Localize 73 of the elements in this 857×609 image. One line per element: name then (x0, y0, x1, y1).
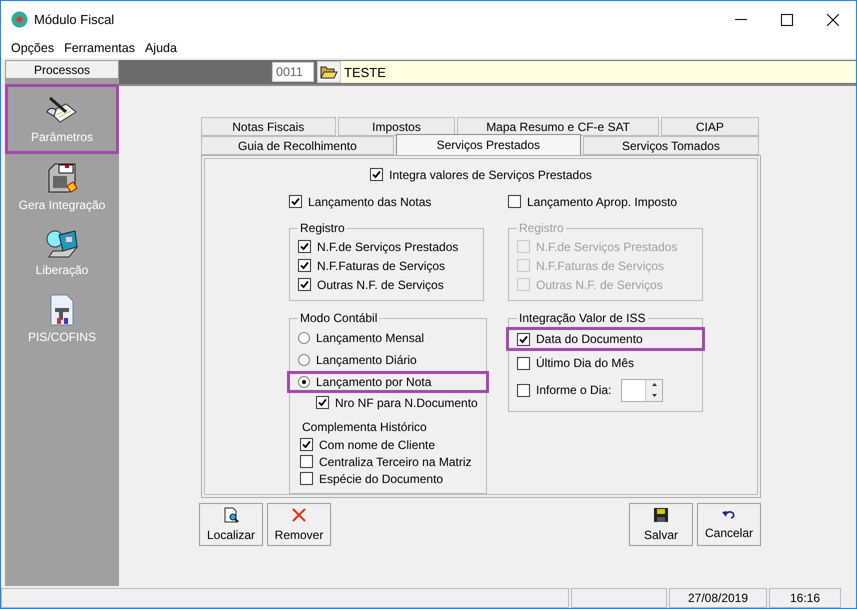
up-arrow-icon[interactable] (652, 383, 657, 386)
checkbox-label: N.F.Faturas de Serviços (317, 258, 446, 272)
checkbox-label: Espécie do Documento (319, 472, 444, 486)
checkbox-label: Data do Documento (536, 332, 643, 346)
checkbox-label: Outras N.F. de Serviços (536, 278, 663, 292)
checkbox[interactable] (298, 278, 311, 291)
checkbox-label: N.F.de Serviços Prestados (317, 240, 458, 254)
close-icon (827, 14, 839, 26)
checkbox-label: N.F.Faturas de Serviços (536, 258, 664, 272)
checkbox[interactable] (517, 384, 530, 396)
maximize-icon (781, 14, 793, 26)
checkbox-label: Centraliza Terceiro na Matriz (319, 454, 472, 468)
checkbox[interactable] (300, 438, 313, 451)
tab[interactable]: Notas Fiscais (201, 117, 336, 136)
app-globe-icon (11, 11, 28, 28)
checkbox[interactable] (298, 259, 311, 272)
checkbox-label: Lançamento das Notas (308, 194, 432, 208)
radio-button[interactable] (298, 354, 310, 366)
radio-label: Lançamento Mensal (316, 331, 424, 345)
processos-header-button[interactable]: Processos (5, 60, 119, 79)
day-spin-field[interactable] (621, 378, 664, 402)
checkbox[interactable] (517, 356, 530, 370)
checkbox[interactable] (289, 195, 302, 208)
radio-button[interactable] (298, 332, 310, 344)
document-tools-icon (49, 294, 75, 326)
tab[interactable]: Serviços Prestados (396, 134, 581, 155)
checkbox-label: Informe o Dia: (536, 383, 612, 397)
company-code-field[interactable]: 0011 (272, 62, 314, 82)
menu-item[interactable]: Ferramentas (64, 41, 135, 55)
minimize-icon (735, 18, 747, 20)
checkbox[interactable] (316, 396, 329, 409)
checkbox-label: Outras N.F. de Serviços (317, 278, 444, 292)
tab[interactable]: CIAP (660, 117, 759, 136)
toolbar-button[interactable]: Cancelar (697, 503, 761, 546)
menu-item[interactable]: Ajuda (144, 41, 177, 55)
section-title: Complementa Histórico (302, 420, 428, 434)
group-title: Registro (299, 221, 346, 235)
checkbox-label: Lançamento Aprop. Imposto (527, 194, 678, 208)
company-name-field[interactable]: TESTE (341, 61, 856, 83)
checkbox[interactable] (300, 472, 313, 485)
close-icon (291, 507, 307, 523)
document-search-icon (223, 507, 239, 523)
checkbox-label: Último Dia do Mês (536, 356, 634, 370)
window-title: Módulo Fiscal (34, 12, 116, 27)
radio-label: Lançamento por Nota (316, 375, 432, 389)
checkbox[interactable] (370, 168, 384, 181)
tab[interactable]: Impostos (338, 117, 456, 136)
status-time: 16:16 (769, 588, 841, 608)
tab[interactable]: Mapa Resumo e CF-e SAT (457, 117, 659, 136)
toolbar-button[interactable]: Localizar (199, 503, 263, 546)
laptop-globe-icon (45, 229, 79, 259)
checkbox-label: N.F.de Serviços Prestados (536, 240, 678, 254)
checkbox[interactable] (300, 455, 313, 468)
toolbar-button[interactable]: Salvar (629, 503, 693, 546)
group-title: Integração Valor de ISS (518, 311, 647, 325)
tab[interactable]: Serviços Tomados (582, 136, 760, 155)
undo-arrow-icon (721, 509, 737, 521)
radio-label: Lançamento Diário (316, 353, 417, 367)
checkbox[interactable] (298, 240, 311, 253)
checkbox[interactable] (517, 332, 530, 346)
tab[interactable]: Guia de Recolhimento (201, 136, 394, 155)
open-folder-button[interactable] (317, 61, 341, 83)
checkbox-label: Nro NF para N.Documento (335, 396, 478, 410)
checkbox-label: Com nome de Cliente (319, 438, 436, 452)
group-title: Registro (518, 221, 565, 235)
down-arrow-icon[interactable] (652, 394, 657, 397)
status-date: 27/08/2019 (669, 588, 767, 608)
menu-item[interactable]: Opções (11, 41, 54, 55)
checkbox[interactable] (508, 195, 521, 208)
radio-button[interactable] (298, 376, 310, 388)
group-title: Modo Contábil (299, 311, 378, 325)
toolbar-button[interactable]: Remover (267, 503, 331, 546)
checkbox-label: Integra valores de Serviços Prestados (389, 168, 592, 182)
